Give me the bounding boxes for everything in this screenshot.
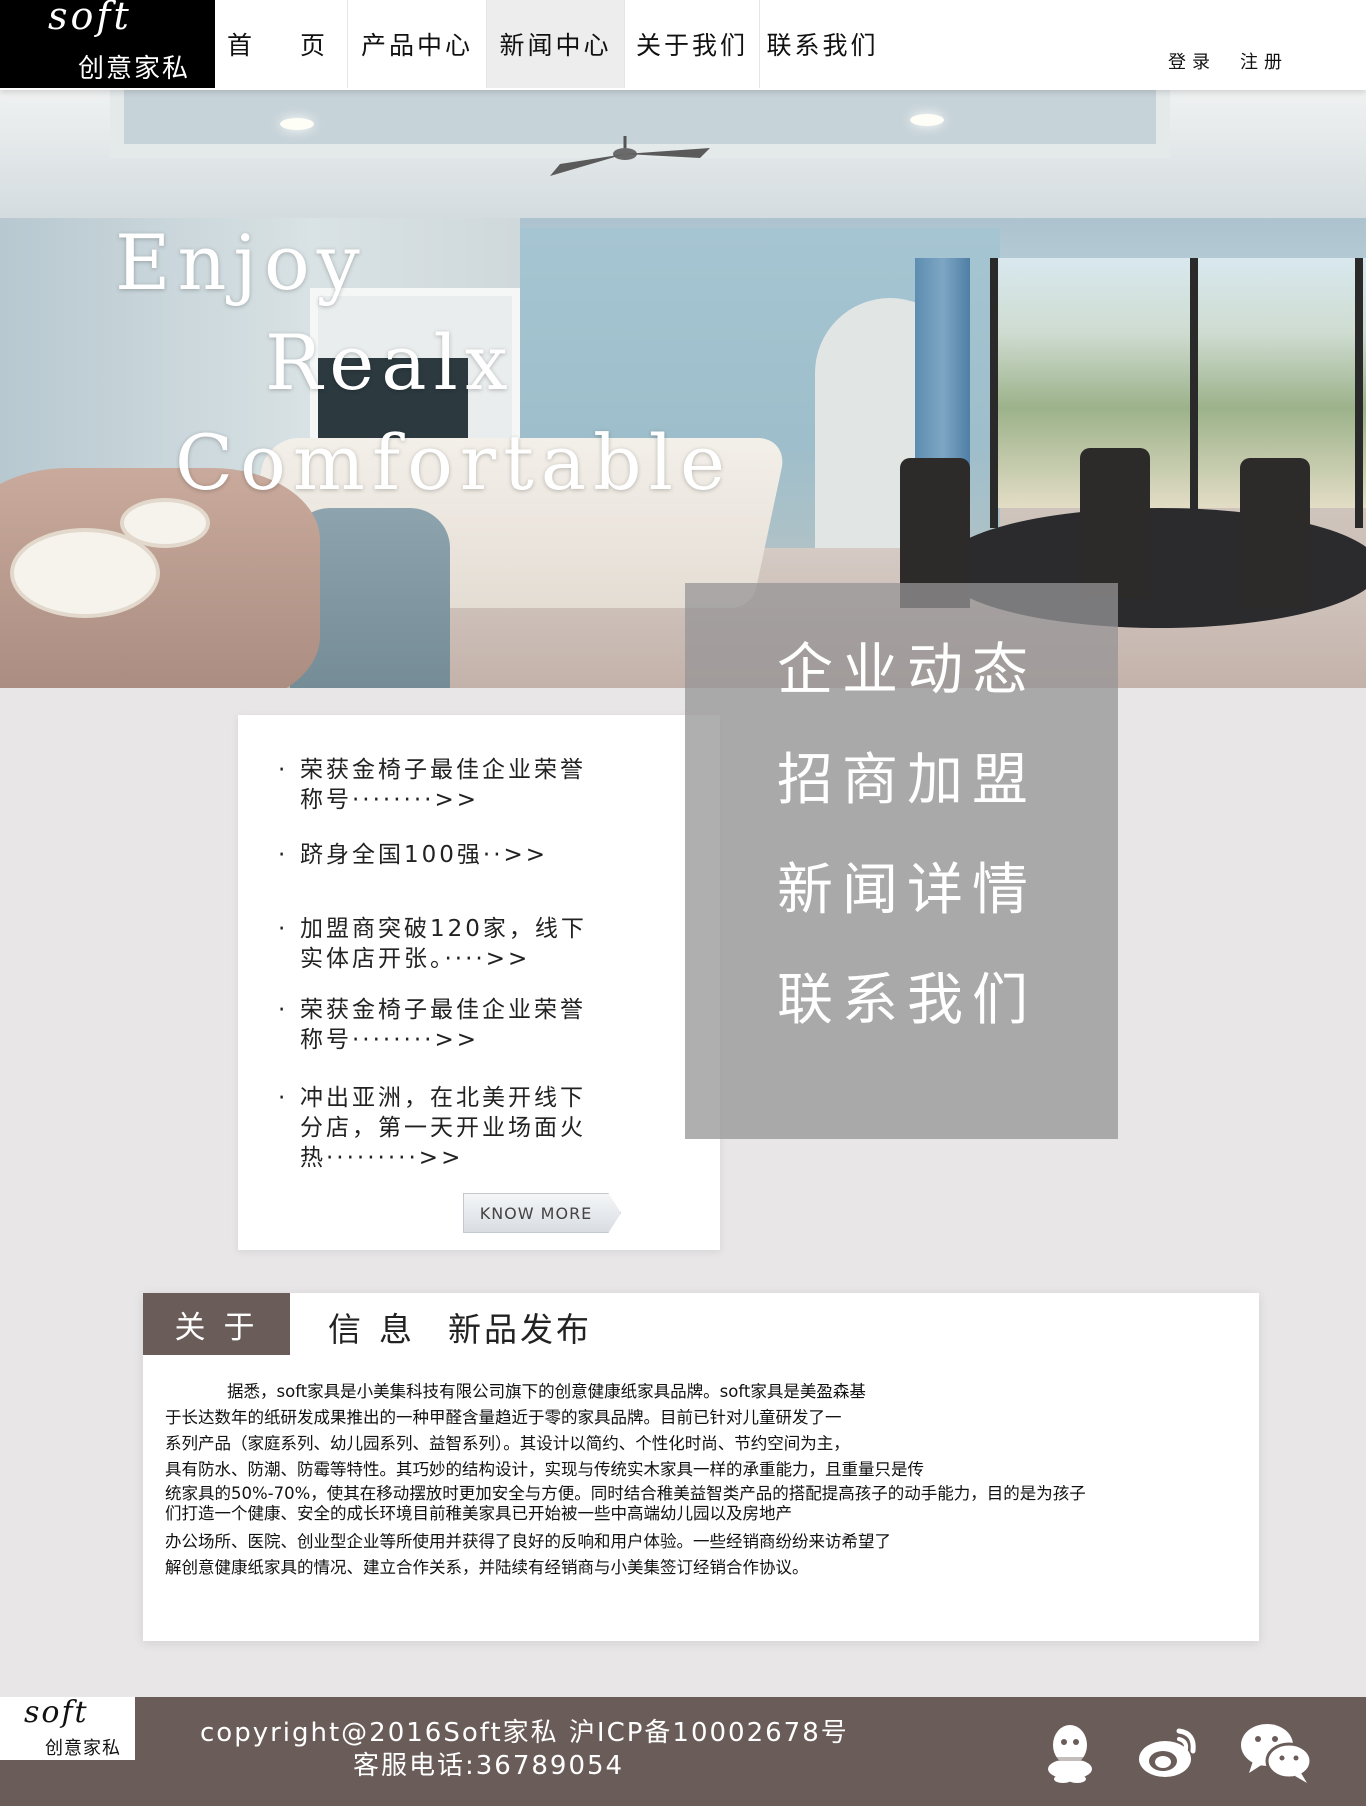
news-item: · 荣获金椅子最佳企业荣誉称号········>> xyxy=(278,995,598,1055)
nav-item-contact[interactable]: 联系我们 xyxy=(760,0,885,88)
about-line: 们打造一个健康、安全的成长环境目前稚美家具已开始被一些中高端幼儿园以及房地产 xyxy=(165,1504,792,1523)
logo-text-cn: 创意家私 xyxy=(78,54,191,84)
hero-dining-chair xyxy=(1080,448,1150,598)
ceiling-fan-icon xyxy=(550,136,710,176)
hero-window-frame xyxy=(990,258,998,528)
about-line: 于长达数年的纸研发成果推出的一种甲醛含量趋近于零的家具品牌。目前已针对儿童研发了… xyxy=(165,1408,842,1427)
about-line: 办公场所、医院、创业型企业等所使用并获得了良好的反响和用户体验。一些经销商纷纷来… xyxy=(165,1532,891,1551)
main-nav: 首 页 产品中心 新闻中心 关于我们 联系我们 xyxy=(215,0,885,88)
footer-logo[interactable]: soft 创意家私 xyxy=(0,1695,135,1760)
qq-icon[interactable] xyxy=(1035,1717,1105,1787)
bullet-icon: · xyxy=(278,757,289,783)
bullet-icon: · xyxy=(278,916,289,942)
tab-info[interactable]: 信息 xyxy=(328,1303,430,1351)
news-item: · 跻身全国100强··>> xyxy=(278,840,598,870)
site-header: soft 创意家私 首 页 产品中心 新闻中心 关于我们 联系我们 登录 注册 xyxy=(0,0,1366,90)
hero-line-2: Realx xyxy=(265,318,515,407)
news-link[interactable]: 冲出亚洲，在北美开线下分店，第一天开业场面火热·········>> xyxy=(278,1083,598,1173)
footer-logo-text-en: soft xyxy=(24,1695,89,1730)
bullet-icon: · xyxy=(278,1085,289,1111)
category-menu: 企业动态 招商加盟 新闻详情 联系我们 xyxy=(685,583,1118,1139)
news-link[interactable]: 荣获金椅子最佳企业荣誉称号········>> xyxy=(278,755,598,815)
copyright-text: copyright@2016Soft家私 沪ICP备10002678号 xyxy=(200,1718,849,1748)
about-text: 据悉，soft家具是小美集科技有限公司旗下的创意健康纸家具品牌。soft家具是美… xyxy=(165,1379,1245,1581)
menu-item-franchise[interactable]: 招商加盟 xyxy=(777,735,1037,816)
hero-banner: Enjoy Realx Comfortable xyxy=(0,88,1366,688)
menu-item-company-news[interactable]: 企业动态 xyxy=(777,625,1037,706)
nav-item-home[interactable]: 首 页 xyxy=(215,0,348,88)
menu-item-news-detail[interactable]: 新闻详情 xyxy=(777,845,1037,926)
news-link[interactable]: 加盟商突破120家，线下实体店开张。····>> xyxy=(278,914,598,974)
footer-logo-text-cn: 创意家私 xyxy=(45,1738,121,1759)
menu-item-contact[interactable]: 联系我们 xyxy=(777,955,1037,1036)
about-line: 据悉，soft家具是小美集科技有限公司旗下的创意健康纸家具品牌。soft家具是美… xyxy=(227,1382,866,1401)
news-item: · 冲出亚洲，在北美开线下分店，第一天开业场面火热·········>> xyxy=(278,1083,598,1173)
about-section: 关于 信息 新品发布 据悉，soft家具是小美集科技有限公司旗下的创意健康纸家具… xyxy=(143,1293,1259,1641)
hero-window-frame xyxy=(1355,258,1363,528)
hero-line-3: Comfortable xyxy=(175,418,732,507)
about-line: 具有防水、防潮、防霉等特性。其巧妙的结构设计，实现与传统实木家具一样的承重能力，… xyxy=(165,1460,924,1479)
about-line: 统家具的50%-70%，使其在移动摆放时更加安全与方便。同时结合稚美益智类产品的… xyxy=(165,1484,1086,1503)
site-footer: soft 创意家私 copyright@2016Soft家私 沪ICP备1000… xyxy=(0,1695,1366,1806)
tab-new-products[interactable]: 新品发布 xyxy=(448,1303,592,1351)
nav-item-products[interactable]: 产品中心 xyxy=(348,0,487,88)
bullet-icon: · xyxy=(278,997,289,1023)
wechat-icon[interactable] xyxy=(1237,1717,1315,1787)
about-line: 系列产品（家庭系列、幼儿园系列、益智系列）。其设计以简约、个性化时尚、节约空间为… xyxy=(165,1434,850,1453)
logo-text-en: soft xyxy=(48,0,132,38)
weibo-icon[interactable] xyxy=(1133,1717,1203,1787)
bullet-icon: · xyxy=(278,842,289,868)
about-line: 解创意健康纸家具的情况、建立合作关系，并陆续有经销商与小美集签订经销合作协议。 xyxy=(165,1558,809,1577)
know-more-button[interactable]: KNOW MORE xyxy=(463,1193,621,1233)
news-card: · 荣获金椅子最佳企业荣誉称号········>> · 跻身全国100强··>>… xyxy=(238,715,720,1250)
news-item: · 荣获金椅子最佳企业荣誉称号········>> xyxy=(278,755,598,815)
news-item: · 加盟商突破120家，线下实体店开张。····>> xyxy=(278,914,598,974)
service-phone: 客服电话:36789054 xyxy=(353,1751,625,1781)
ceiling-light-icon xyxy=(280,118,314,130)
tab-about[interactable]: 关于 xyxy=(143,1293,290,1355)
news-link[interactable]: 跻身全国100强··>> xyxy=(278,840,598,870)
hero-window-frame xyxy=(1190,258,1198,528)
auth-links: 登录 注册 xyxy=(1168,48,1288,74)
site-logo[interactable]: soft 创意家私 xyxy=(0,0,215,88)
login-link[interactable]: 登录 xyxy=(1168,48,1216,74)
ceiling-light-icon xyxy=(910,114,944,126)
hero-dining-chair xyxy=(1240,458,1310,608)
news-link[interactable]: 荣获金椅子最佳企业荣誉称号········>> xyxy=(278,995,598,1055)
nav-item-about[interactable]: 关于我们 xyxy=(625,0,760,88)
hero-line-1: Enjoy xyxy=(115,218,367,307)
register-link[interactable]: 注册 xyxy=(1240,48,1288,74)
nav-item-news[interactable]: 新闻中心 xyxy=(487,0,625,88)
